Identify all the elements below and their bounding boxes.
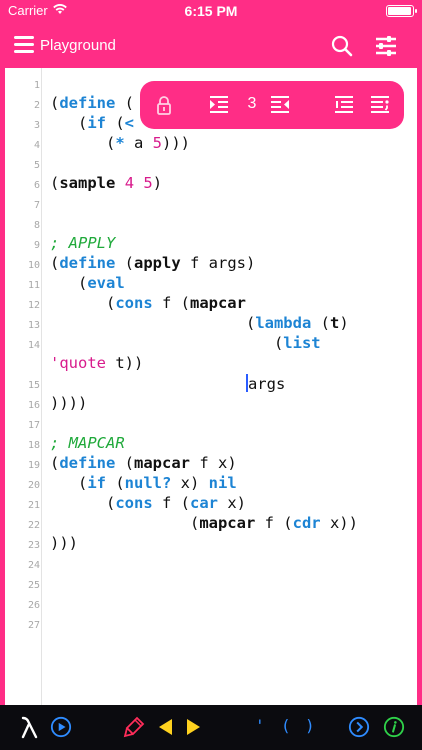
line-number: 2 <box>33 100 40 111</box>
floating-edit-toolbar: 3 <box>140 81 404 129</box>
arrow-right-icon[interactable] <box>183 715 203 739</box>
code-line: (lambda (t) <box>50 314 349 332</box>
line-number: 11 <box>27 280 40 291</box>
quote-key[interactable]: ' <box>255 716 265 735</box>
code-line: (cons f (car x) <box>50 494 246 512</box>
line-number: 3 <box>33 120 40 131</box>
line-number: 18 <box>27 440 40 451</box>
code-editor[interactable]: 1 2 3 4 5 6 7 8 9 10 11 12 13 14 15 16 1… <box>5 68 417 705</box>
code-line: (define (mapcar f x) <box>50 454 237 472</box>
line-number: 25 <box>27 580 40 591</box>
bottom-toolbar: ' ( ) <box>0 705 422 750</box>
code-line: (mapcar f (cdr x)) <box>50 514 358 532</box>
line-number: 27 <box>27 620 40 631</box>
indent-count: 3 <box>247 95 257 112</box>
line-number: 23 <box>27 540 40 551</box>
line-number: 20 <box>27 480 40 491</box>
lock-icon[interactable] <box>152 93 176 117</box>
code-line: (define (apply f args) <box>50 254 256 272</box>
code-line: (* a 5))) <box>50 134 191 152</box>
nav-bar: Playground <box>0 22 422 68</box>
line-number: 13 <box>27 320 40 331</box>
outdent-icon[interactable] <box>268 93 292 117</box>
code-line: 'quote t)) <box>50 354 144 372</box>
line-number: 10 <box>27 260 40 271</box>
comment-lines-icon[interactable] <box>368 93 392 117</box>
line-number: 21 <box>27 500 40 511</box>
code-line: (cons f (mapcar <box>50 294 246 312</box>
lambda-icon[interactable] <box>18 715 42 739</box>
line-number: 26 <box>27 600 40 611</box>
play-icon[interactable] <box>50 715 72 739</box>
line-number-gutter: 1 2 3 4 5 6 7 8 9 10 11 12 13 14 15 16 1… <box>5 68 42 705</box>
code-line: (if (< <box>50 114 135 132</box>
line-number: 24 <box>27 560 40 571</box>
arrow-left-icon[interactable] <box>156 715 176 739</box>
chevron-right-circle-icon[interactable] <box>348 715 370 739</box>
line-number: 12 <box>27 300 40 311</box>
sliders-icon[interactable] <box>374 34 398 58</box>
code-line: )))) <box>50 394 88 412</box>
line-number: 5 <box>33 160 40 171</box>
battery-icon <box>386 5 417 17</box>
code-line: args <box>245 374 286 393</box>
line-number: 6 <box>33 180 40 191</box>
search-icon[interactable] <box>330 34 354 58</box>
status-time: 6:15 PM <box>184 3 238 19</box>
line-number: 1 <box>33 80 40 91</box>
code-line: (if (null? x) nil <box>50 474 237 492</box>
line-number: 4 <box>33 140 40 151</box>
line-number: 16 <box>27 400 40 411</box>
open-paren-key[interactable]: ( <box>281 716 291 735</box>
code-line: (eval <box>50 274 125 292</box>
line-number: 7 <box>33 200 40 211</box>
hamburger-icon[interactable] <box>14 36 34 54</box>
line-number: 15 <box>27 380 40 391</box>
line-number: 22 <box>27 520 40 531</box>
code-line: (sample 4 5) <box>50 174 163 192</box>
status-bar: Carrier 6:15 PM <box>0 0 422 22</box>
line-number: 19 <box>27 460 40 471</box>
align-right-icon[interactable] <box>332 93 356 117</box>
line-number: 9 <box>33 240 40 251</box>
close-paren-key[interactable]: ) <box>305 716 315 735</box>
code-line: (define ( <box>50 94 135 112</box>
info-circle-icon[interactable] <box>383 715 405 739</box>
indent-icon[interactable] <box>207 93 231 117</box>
line-number: 17 <box>27 420 40 431</box>
code-line: ))) <box>50 534 78 552</box>
page-title: Playground <box>40 37 116 54</box>
code-line: (list <box>50 334 321 352</box>
line-number: 8 <box>33 220 40 231</box>
code-line: ; APPLY <box>50 234 116 252</box>
marker-icon[interactable] <box>122 715 146 739</box>
code-line: ; MAPCAR <box>50 434 125 452</box>
line-number: 14 <box>27 340 40 351</box>
